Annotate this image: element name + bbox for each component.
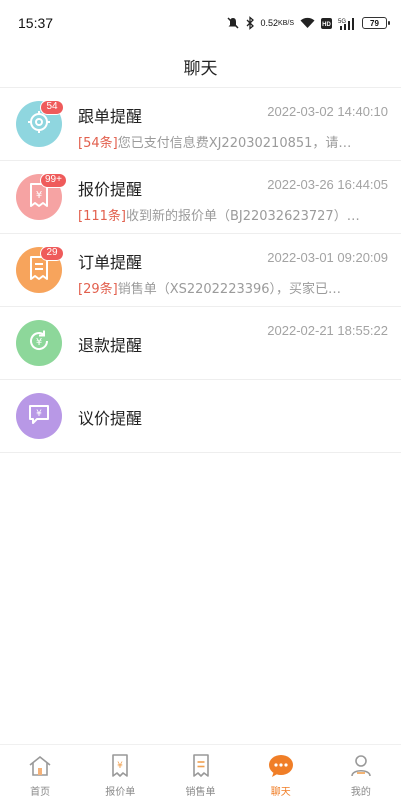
tab-label: 我的 [350, 787, 371, 798]
net-speed-unit: KB/S [278, 19, 294, 27]
chat-item-bargain[interactable]: ¥ 议价提醒 [0, 380, 401, 453]
chat-list: 54 跟单提醒 2022-03-02 14:40:10 [54条]您已支付信息费… [0, 88, 401, 453]
preview-count-tag: [111条] [78, 209, 126, 224]
chat-time: 2022-03-01 09:20:09 [267, 250, 388, 265]
chat-title: 议价提醒 [78, 409, 143, 428]
preview-count-tag: [54条] [78, 136, 118, 151]
page-title: 聊天 [183, 59, 218, 79]
status-icons: 0.52 KB/S HD 5G 79 [226, 16, 390, 30]
chat-preview: [29条]销售单（XS2202223396），买家已… [78, 278, 378, 297]
battery-icon: 79 [362, 17, 390, 29]
chat-preview: [54条]您已支付信息费XJ22030210851，请… [78, 132, 378, 151]
chat-time: 2022-03-02 14:40:10 [267, 104, 388, 119]
unread-badge: 54 [40, 100, 64, 115]
profile-icon [346, 751, 376, 781]
svg-text:¥: ¥ [117, 761, 123, 771]
chat-title: 订单提醒 [78, 253, 143, 272]
tab-label: 聊天 [270, 787, 291, 798]
wifi-icon [300, 17, 315, 29]
status-bar: 15:37 0.52 KB/S HD 5G 79 [0, 0, 401, 46]
tab-label: 报价单 [105, 787, 136, 798]
net-speed: 0.52 KB/S [260, 17, 294, 28]
tab-chat[interactable]: 聊天 [241, 745, 321, 800]
chat-item-quote[interactable]: ¥ 99+ 报价提醒 2022-03-26 16:44:05 [111条]收到新… [0, 161, 401, 234]
preview-text: 收到新的报价单（BJ22032623727）… [125, 209, 360, 224]
bluetooth-icon [246, 16, 255, 30]
tab-bar: 首页 ¥ 报价单 销售单 聊天 我的 [0, 744, 401, 800]
unread-badge: 99+ [40, 173, 67, 188]
chat-time: 2022-03-26 16:44:05 [267, 177, 388, 192]
tab-home[interactable]: 首页 [0, 745, 80, 800]
tab-label: 首页 [30, 787, 51, 798]
signal-5g-icon: 5G [338, 17, 356, 30]
chat-time: 2022-02-21 18:55:22 [267, 323, 388, 338]
chat-title: 报价提醒 [78, 180, 143, 199]
svg-text:¥: ¥ [36, 337, 42, 348]
bargain-yen-icon: ¥ [26, 401, 52, 431]
chat-item-order[interactable]: 29 订单提醒 2022-03-01 09:20:09 [29条]销售单（XS2… [0, 234, 401, 307]
svg-text:¥: ¥ [36, 409, 42, 419]
tab-quote[interactable]: ¥ 报价单 [80, 745, 160, 800]
chat-preview: [111条]收到新的报价单（BJ22032623727）… [78, 205, 378, 224]
svg-text:HD: HD [322, 22, 331, 28]
refund-yen-icon: ¥ [26, 328, 52, 358]
tab-sales[interactable]: 销售单 [160, 745, 240, 800]
chat-item-follow-up[interactable]: 54 跟单提醒 2022-03-02 14:40:10 [54条]您已支付信息费… [0, 88, 401, 161]
preview-text: 您已支付信息费XJ22030210851，请… [117, 136, 352, 151]
chat-title: 退款提醒 [78, 336, 143, 355]
hd-icon: HD [321, 17, 332, 29]
chat-bubble-icon [266, 751, 296, 781]
net-speed-value: 0.52 [260, 17, 279, 28]
tab-label: 销售单 [185, 787, 216, 798]
sales-receipt-icon [186, 751, 216, 781]
avatar: ¥ [16, 320, 62, 366]
preview-count-tag: [29条] [78, 282, 118, 297]
quote-receipt-icon: ¥ [105, 751, 135, 781]
chat-item-refund[interactable]: ¥ 退款提醒 2022-02-21 18:55:22 [0, 307, 401, 380]
avatar: ¥ [16, 393, 62, 439]
page-header: 聊天 [0, 46, 401, 88]
status-time: 15:37 [18, 15, 54, 31]
preview-text: 销售单（XS2202223396），买家已… [117, 282, 342, 297]
unread-badge: 29 [40, 246, 64, 261]
tab-profile[interactable]: 我的 [321, 745, 401, 800]
home-icon [25, 751, 55, 781]
mute-icon [226, 16, 240, 30]
chat-title: 跟单提醒 [78, 107, 143, 126]
svg-text:¥: ¥ [36, 190, 42, 201]
